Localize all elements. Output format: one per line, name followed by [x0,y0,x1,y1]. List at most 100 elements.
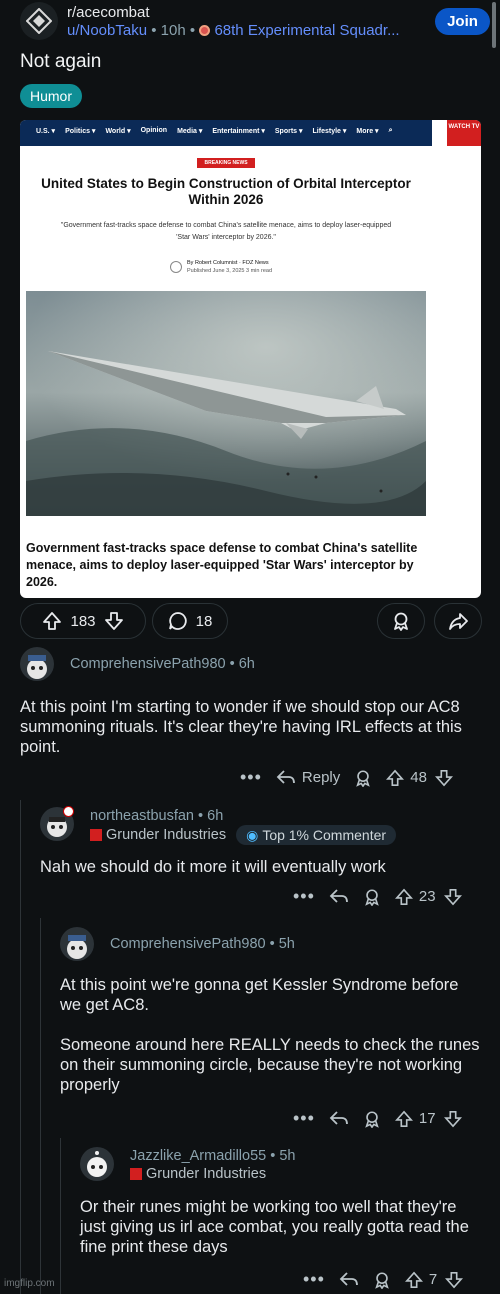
reply-icon[interactable] [339,1271,359,1289]
author-avatar-icon [170,261,182,273]
comment-age: 6h [207,808,224,824]
comment-body: Someone around here REALLY needs to chec… [60,1036,480,1094]
comment-score: 48 [410,769,427,786]
nav-item: Media ▾ [177,128,203,135]
avatar[interactable] [80,1147,114,1181]
downvote-icon[interactable] [443,1110,462,1128]
reply-button[interactable]: Reply [276,769,340,787]
subreddit-avatar[interactable] [20,2,58,40]
downvote-icon[interactable] [445,1271,464,1289]
article-caption: Government fast-tracks space defense to … [26,541,418,589]
comment-username[interactable]: ComprehensivePath980 [70,656,226,672]
comment-score: 17 [418,1110,436,1127]
comment-username[interactable]: Jazzlike_Armadillo55 [130,1148,266,1164]
downvote-icon[interactable] [443,888,462,906]
post-age: 10h [160,22,186,39]
comment-header: ComprehensivePath980 • 6h [70,656,255,672]
article-dek: "Government fast-tracks space defense to… [60,222,392,241]
nav-item: U.S. ▾ [36,128,56,135]
join-button[interactable]: Join [435,8,490,35]
downvote-icon[interactable] [434,769,453,787]
post-meta: u/NoobTaku • 10h • 68th Experimental Squ… [67,22,400,39]
user-flair: Grunder Industries [90,827,226,843]
interceptor-photo [26,291,426,516]
reply-icon[interactable] [329,1110,349,1128]
avatar[interactable] [20,647,54,681]
meta-separator: • [229,656,239,672]
post-author[interactable]: u/NoobTaku [67,22,147,39]
comment-actions: ••• 7 [303,1269,464,1290]
grunder-flag-icon [130,1168,142,1180]
acecombat-logo-icon [26,8,52,34]
upvote-icon[interactable] [394,1110,413,1128]
meta-separator: • [151,22,161,39]
comment-score: 7 [428,1271,438,1288]
subreddit-name[interactable]: r/acecombat [67,4,150,21]
meta-separator: • [269,936,279,952]
comments-button[interactable]: 18 [152,603,228,639]
more-options-icon[interactable]: ••• [293,886,315,907]
comment-age: 5h [278,936,295,952]
comment-header: Jazzlike_Armadillo55 • 5h [130,1148,295,1164]
reply-arrow-icon [276,769,295,784]
comment-header: northeastbusfan • 6h [90,808,223,824]
nav-item: World ▾ [105,128,131,135]
comment-username[interactable]: northeastbusfan [90,808,194,824]
nav-item: Lifestyle ▾ [312,128,347,135]
grunder-flag-icon [90,829,102,841]
comment-body: Nah we should do it more it will eventua… [40,858,386,876]
article-headline: United States to Begin Construction of O… [41,176,411,207]
breaking-news-tag: BREAKING NEWS [197,158,255,168]
user-flair-label: Grunder Industries [146,1166,267,1182]
snoo-avatar-icon [67,935,87,959]
scrollbar[interactable] [492,2,496,48]
nav-item: Entertainment ▾ [212,128,265,135]
more-options-icon[interactable]: ••• [293,1108,315,1129]
thread-line[interactable] [60,1138,61,1294]
award-icon[interactable] [354,769,372,787]
nav-item: Politics ▾ [65,128,96,135]
downvote-icon[interactable] [104,611,124,631]
more-options-icon[interactable]: ••• [240,767,262,788]
more-options-icon[interactable]: ••• [303,1269,325,1290]
flag-badge-icon [63,806,74,817]
squadron-icon [199,25,211,36]
share-icon [448,611,468,631]
post-title: Not again [20,51,102,72]
post-flair[interactable]: Humor [20,84,83,108]
meta-separator: • [198,808,208,824]
top-commenter-label: Top 1% Commenter [262,827,387,843]
thread-line[interactable] [20,800,21,1294]
top-commenter-badge[interactable]: ◉ Top 1% Commenter [236,825,397,845]
upvote-icon[interactable] [42,611,62,631]
award-icon[interactable] [363,888,381,906]
watermark: imgflip.com [4,1278,55,1289]
upvote-count: 183 [70,612,96,630]
upvote-icon[interactable] [404,1271,423,1289]
share-button[interactable] [434,603,482,639]
search-icon: ⌕ [388,127,393,134]
reply-icon[interactable] [329,888,349,906]
meta-separator: • [270,1148,280,1164]
watch-tv-badge: WATCH TV [447,120,481,146]
article-nav-items: U.S. ▾ Politics ▾ World ▾ Opinion Media … [36,127,393,135]
vote-bar: 183 [20,603,146,639]
post-image[interactable]: U.S. ▾ Politics ▾ World ▾ Opinion Media … [20,120,481,598]
comment-flair-row: Grunder Industries ◉ Top 1% Commenter [90,825,397,845]
award-icon [391,611,411,631]
upvote-icon[interactable] [386,769,405,787]
comment-actions: ••• 17 [293,1108,462,1129]
comment-score: 23 [418,888,436,905]
thread-line[interactable] [40,918,41,1294]
nav-item: More ▾ [356,128,379,135]
user-flair-label: Grunder Industries [106,827,227,843]
upvote-icon[interactable] [394,888,413,906]
award-icon[interactable] [363,1110,381,1128]
comment-username[interactable]: ComprehensivePath980 [110,936,266,952]
avatar[interactable] [60,927,94,961]
comment-age: 5h [279,1148,296,1164]
comment-header: ComprehensivePath980 • 5h [110,936,295,952]
reply-label: Reply [301,769,341,786]
award-icon[interactable] [373,1271,391,1289]
award-button[interactable] [377,603,425,639]
